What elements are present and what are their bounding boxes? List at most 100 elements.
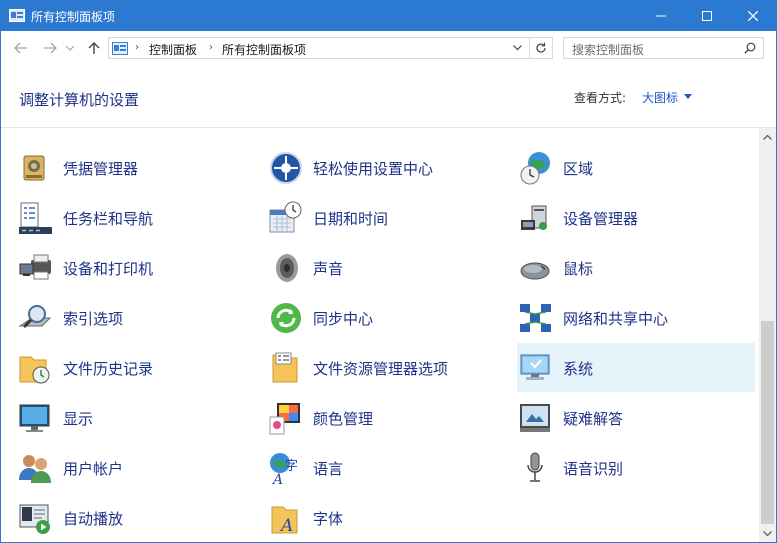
search-box[interactable]: 搜索控制面板 (563, 37, 764, 59)
maximize-button[interactable] (684, 1, 730, 31)
chevron-up-icon (763, 134, 772, 140)
vertical-scrollbar[interactable] (759, 128, 776, 542)
minimize-button[interactable] (638, 1, 684, 31)
item-display[interactable]: 显示 (17, 393, 255, 442)
language-icon: A 字 (270, 453, 298, 486)
page-title: 调整计算机的设置 (19, 91, 140, 109)
item-label: 语言 (313, 460, 344, 478)
control-panel-items: 凭据管理器 轻松使用设置中心 区域 任务栏和导航 日期和时间 设备管理器 设备和… (1, 128, 759, 542)
svg-text:A: A (279, 516, 293, 536)
item-label: 显示 (63, 410, 94, 428)
item-network-sharing-center[interactable]: 网络和共享中心 (517, 293, 755, 342)
item-autoplay[interactable]: 自动播放 (17, 493, 255, 542)
up-arrow-icon (88, 42, 100, 54)
autoplay-icon (19, 504, 50, 534)
item-speech-recognition[interactable]: 语音识别 (517, 443, 755, 492)
item-file-history[interactable]: 文件历史记录 (17, 343, 255, 392)
item-region[interactable]: 区域 (517, 143, 755, 192)
sync-center-icon (271, 303, 301, 333)
item-label: 文件资源管理器选项 (313, 360, 449, 378)
search-icon[interactable] (744, 42, 756, 54)
item-label: 区域 (563, 160, 594, 178)
item-indexing-options[interactable]: 索引选项 (17, 293, 255, 342)
control-panel-window: 所有控制面板项 › 控制面板 › 所有控制面板项 搜索控制面板 调整计算机的设置… (0, 0, 777, 543)
item-label: 轻松使用设置中心 (313, 160, 434, 178)
item-sync-center[interactable]: 同步中心 (267, 293, 505, 342)
back-button[interactable] (12, 39, 30, 57)
item-label: 文件历史记录 (63, 360, 154, 378)
close-icon (748, 11, 758, 21)
devices-printers-icon (19, 254, 51, 280)
mouse-icon (520, 262, 550, 280)
scroll-thumb[interactable] (761, 321, 774, 524)
taskbar-icon (19, 202, 52, 234)
svg-text:字: 字 (285, 459, 298, 474)
item-credential-manager[interactable]: 凭据管理器 (17, 143, 255, 192)
item-ease-of-access[interactable]: 轻松使用设置中心 (267, 143, 505, 192)
item-label: 语音识别 (563, 460, 624, 478)
item-sound[interactable]: 声音 (267, 243, 505, 292)
file-explorer-options-icon (272, 352, 298, 383)
item-language[interactable]: A 字 语言 (267, 443, 505, 492)
item-label: 网络和共享中心 (563, 310, 669, 328)
item-label: 设备管理器 (563, 210, 639, 228)
item-devices-printers[interactable]: 设备和打印机 (17, 243, 255, 292)
item-label: 同步中心 (313, 310, 374, 328)
indexing-options-icon (18, 305, 52, 329)
breadcrumb-all-items[interactable]: 所有控制面板项 (222, 41, 306, 58)
window-title: 所有控制面板项 (31, 10, 116, 24)
item-label: 系统 (563, 360, 594, 378)
item-date-time[interactable]: 日期和时间 (267, 193, 505, 242)
view-by-dropdown[interactable]: 大图标 (642, 89, 678, 106)
item-fonts[interactable]: A 字体 (267, 493, 505, 542)
close-button[interactable] (730, 1, 776, 31)
item-mouse[interactable]: 鼠标 (517, 243, 755, 292)
forward-arrow-icon (44, 42, 57, 54)
item-color-management[interactable]: 颜色管理 (267, 393, 505, 442)
item-label: 疑难解答 (563, 410, 624, 428)
breadcrumb-separator-icon: › (135, 42, 139, 53)
forward-button[interactable] (41, 39, 59, 57)
date-time-icon (269, 201, 302, 233)
item-taskbar-navigation[interactable]: 任务栏和导航 (17, 193, 255, 242)
system-icon (520, 354, 550, 380)
address-bar[interactable]: › 控制面板 › 所有控制面板项 (108, 37, 553, 59)
caret-down-icon[interactable] (684, 94, 692, 99)
item-label: 设备和打印机 (63, 260, 154, 278)
refresh-icon (536, 42, 546, 53)
user-accounts-icon (19, 455, 51, 483)
item-troubleshooting[interactable]: 疑难解答 (517, 393, 755, 442)
refresh-button[interactable] (529, 38, 552, 58)
fonts-icon: A (271, 506, 298, 536)
breadcrumb-control-panel[interactable]: 控制面板 (149, 41, 197, 58)
item-label: 任务栏和导航 (63, 210, 154, 228)
item-label: 声音 (313, 260, 344, 278)
device-manager-icon (521, 205, 547, 230)
control-panel-icon (112, 42, 128, 55)
minimize-icon (656, 15, 666, 17)
item-label: 鼠标 (563, 260, 594, 278)
address-dropdown-button[interactable] (508, 38, 526, 58)
item-label: 字体 (313, 510, 344, 528)
color-management-icon (269, 403, 300, 435)
navigation-bar: › 控制面板 › 所有控制面板项 搜索控制面板 (1, 31, 776, 65)
item-label: 索引选项 (63, 310, 124, 328)
scroll-up-button[interactable] (759, 128, 776, 145)
recent-locations-button[interactable] (64, 39, 76, 57)
item-label: 日期和时间 (313, 210, 389, 228)
item-system[interactable]: 系统 (517, 343, 755, 392)
scroll-down-button[interactable] (759, 525, 776, 542)
chevron-down-icon (66, 45, 74, 51)
file-history-icon (19, 356, 50, 384)
partial-item-icon (531, 128, 551, 132)
item-device-manager[interactable]: 设备管理器 (517, 193, 755, 242)
up-button[interactable] (85, 39, 103, 57)
search-input[interactable]: 搜索控制面板 (572, 41, 644, 58)
item-label: 凭据管理器 (63, 160, 139, 178)
ease-of-access-icon (270, 152, 302, 184)
sound-icon (276, 254, 298, 282)
control-panel-icon (9, 9, 25, 22)
item-user-accounts[interactable]: 用户帐户 (17, 443, 255, 492)
display-icon (19, 404, 50, 432)
item-file-explorer-options[interactable]: 文件资源管理器选项 (267, 343, 505, 392)
